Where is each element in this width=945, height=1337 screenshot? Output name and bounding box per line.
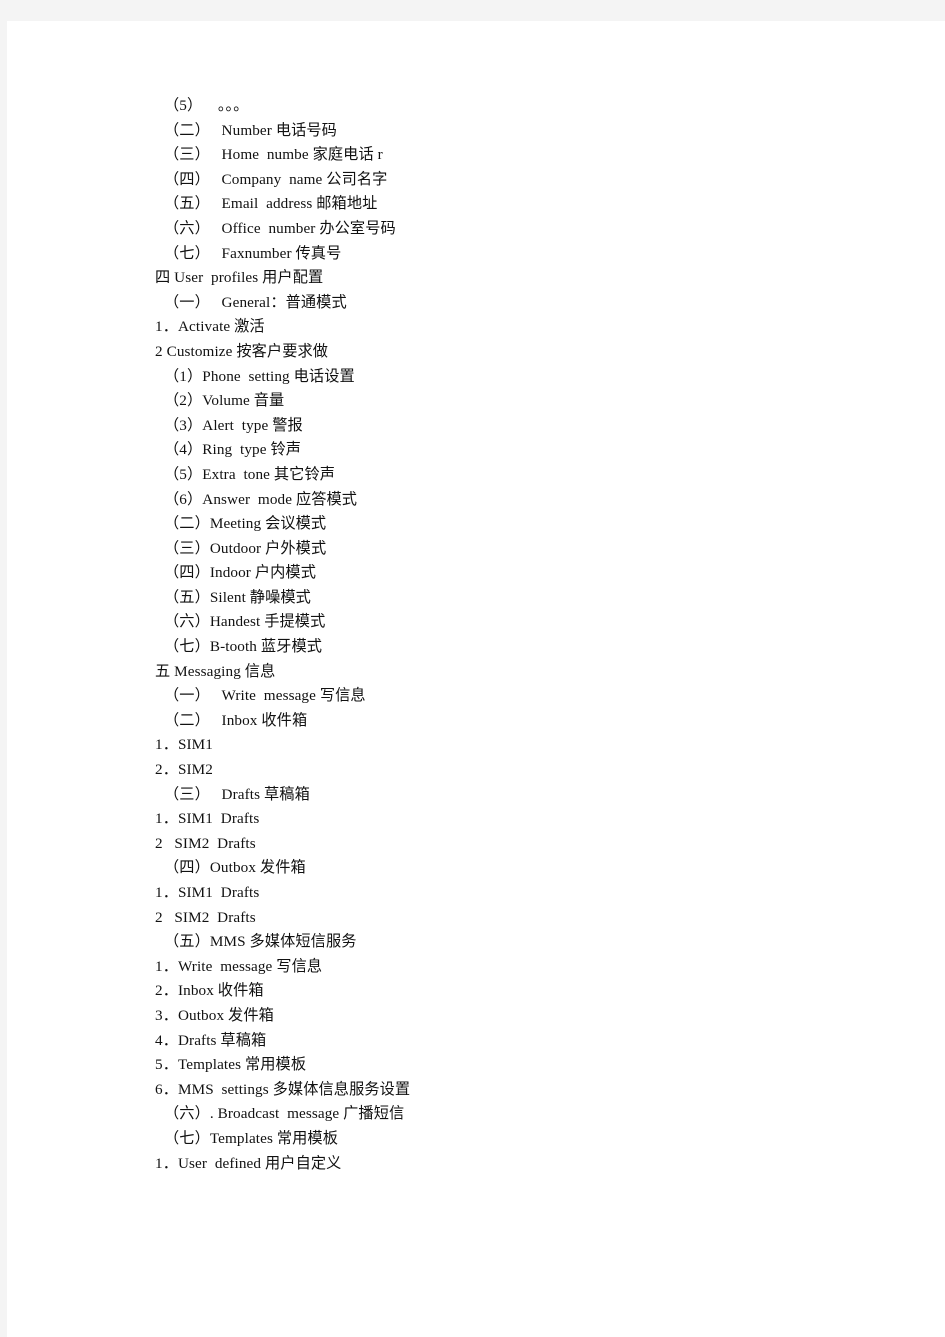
outline-line: 2 SIM2 Drafts xyxy=(155,834,256,852)
outline-line: （四） Company name 公司名字 xyxy=(164,170,388,188)
outline-line: （5）Extra tone 其它铃声 xyxy=(164,465,336,483)
document-page: （5） 。。。 （二） Number 电话号码 （三） Home numbe 家庭电… xyxy=(7,21,945,1337)
outline-line: 2．Inbox 收件箱 xyxy=(155,982,264,1000)
outline-line: （4）Ring type 铃声 xyxy=(164,441,302,459)
outline-line: （二） Inbox 收件箱 xyxy=(164,711,308,729)
outline-line: 2 SIM2 Drafts xyxy=(155,908,256,926)
outline-line: （一） General：普通模式 xyxy=(164,293,347,311)
outline-line: （四）Indoor 户内模式 xyxy=(164,564,316,582)
outline-line: （二）Meeting 会议模式 xyxy=(164,515,327,533)
outline-line: 1．SIM1 xyxy=(155,736,213,754)
outline-line: （6）Answer mode 应答模式 xyxy=(164,490,358,508)
outline-line: （5） 。。。 xyxy=(164,97,249,114)
outline-line: （五）MMS 多媒体短信服务 xyxy=(164,933,357,951)
outline-line: （四）Outbox 发件箱 xyxy=(164,859,306,877)
outline-line: 1．Activate 激活 xyxy=(155,318,265,336)
outline-line: （三）Outdoor 户外模式 xyxy=(164,539,327,557)
outline-line: 2．SIM2 xyxy=(155,761,213,779)
outline-line: （3）Alert type 警报 xyxy=(164,416,303,434)
outline-line: （七）Templates 常用模板 xyxy=(164,1129,339,1147)
outline-line: （2）Volume 音量 xyxy=(164,392,285,410)
outline-line: （三） Home numbe 家庭电话 r xyxy=(164,146,383,164)
outline-line: 2 Customize 按客户要求做 xyxy=(155,342,329,360)
outline-line: （二） Number 电话号码 xyxy=(164,121,337,139)
outline-line: （六）. Broadcast message 广播短信 xyxy=(164,1105,405,1123)
outline-line: 五 Messaging 信息 xyxy=(155,662,276,680)
outline-line: （一） Write message 写信息 xyxy=(164,687,366,705)
outline-line: 1．SIM1 Drafts xyxy=(155,884,260,901)
outline-line: （七）B-tooth 蓝牙模式 xyxy=(164,638,323,656)
outline-line: 5．Templates 常用模板 xyxy=(155,1056,307,1074)
outline-line: （五） Email address 邮箱地址 xyxy=(164,195,378,213)
outline-line: （三） Drafts 草稿箱 xyxy=(164,785,310,803)
outline-line: （五）Silent 静噪模式 xyxy=(164,588,311,606)
outline-line: 1．Write message 写信息 xyxy=(155,957,323,975)
outline-line: 3．Outbox 发件箱 xyxy=(155,1006,274,1024)
outline-line: （1）Phone setting 电话设置 xyxy=(164,367,355,385)
outline-line: 6．MMS settings 多媒体信息服务设置 xyxy=(155,1080,411,1098)
outline-line: （七） Faxnumber 传真号 xyxy=(164,244,342,262)
document-text-body: （5） 。。。 （二） Number 电话号码 （三） Home numbe 家庭电… xyxy=(148,94,908,1176)
outline-line: 四 User profiles 用户配置 xyxy=(155,269,324,287)
outline-line: 4．Drafts 草稿箱 xyxy=(155,1031,267,1049)
outline-line: （六） Office number 办公室号码 xyxy=(164,219,396,237)
outline-line: 1．User defined 用户自定义 xyxy=(155,1154,342,1172)
outline-line: 1．SIM1 Drafts xyxy=(155,810,260,828)
outline-line: （六）Handest 手提模式 xyxy=(164,613,326,631)
